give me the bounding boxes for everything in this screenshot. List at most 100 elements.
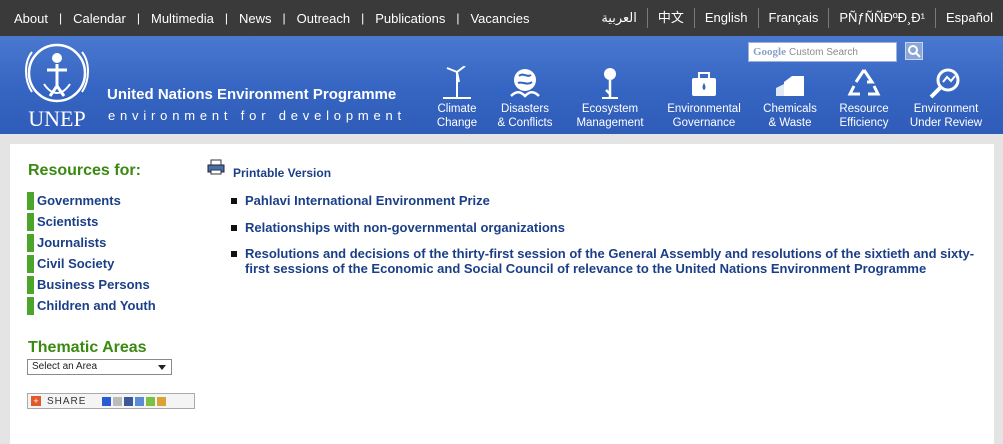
resource-label: Children and Youth [37,298,156,313]
category-chemicals-waste[interactable]: Chemicals & Waste [758,66,822,130]
nav-outreach[interactable]: Outreach [297,11,350,26]
lang-english[interactable]: English [693,8,758,28]
resource-label: Scientists [37,214,99,229]
category-label-line1: Resource [839,103,889,115]
resource-marker [27,233,34,252]
resource-marker [27,296,34,315]
magnifier-icon [929,68,960,99]
thematic-areas-heading: Thematic Areas [28,339,147,356]
printable-version-link[interactable]: Printable Version [233,166,331,180]
search-icon [908,45,921,58]
nav-publications[interactable]: Publications [375,11,445,26]
unep-logo[interactable]: UNEP [18,40,96,130]
share-plus-icon: + [31,396,41,406]
category-label-line1: Environment [913,103,979,115]
myspace-icon [135,396,145,406]
unep-logo-text: UNEP [28,106,85,130]
digg-icon [113,396,123,406]
top-nav-bar: About | Calendar | Multimedia | News | O… [0,0,1003,36]
nav-calendar[interactable]: Calendar [73,11,126,26]
resource-marker [27,212,34,231]
nav-separator: | [282,11,286,25]
link-ngo-relationships[interactable]: Relationships with non-governmental orga… [231,220,981,236]
bookmark-icon [157,396,167,406]
printer-icon[interactable] [207,159,225,175]
nav-about[interactable]: About [14,11,48,26]
delicious-icon [102,396,112,406]
resources-heading: Resources for: [28,162,141,179]
resource-governments[interactable]: Governments [27,190,156,211]
lang-russian[interactable]: PÑƒÑÑÐºÐ¸Ð¹ [828,8,935,28]
link-pahlavi-prize[interactable]: Pahlavi International Environment Prize [231,193,981,209]
thematic-area-select[interactable]: Select an Area [27,359,172,375]
share-widget[interactable]: + SHARE [27,393,195,409]
resource-label: Governments [37,193,121,208]
lang-spanish[interactable]: Español [935,8,1003,28]
primary-nav: About | Calendar | Multimedia | News | O… [14,0,529,36]
search-button[interactable] [905,42,923,60]
resource-label: Business Persons [37,277,150,292]
category-label-line1: Chemicals [763,103,817,115]
category-label-line2: Governance [672,117,736,129]
document-links-list: Pahlavi International Environment Prize … [231,193,981,288]
search-brand: Google [753,46,786,58]
header-banner: UNEP United Nations Environment Programm… [0,36,1003,134]
nav-news[interactable]: News [239,11,272,26]
lang-arabic[interactable]: العربية [591,8,647,28]
category-resource-efficiency[interactable]: Resource Efficiency [834,66,894,130]
category-climate-change[interactable]: Climate Change [433,66,481,130]
nav-separator: | [58,11,63,25]
search-placeholder: Custom Search [789,46,858,58]
share-label: SHARE [47,395,87,407]
link-resolutions-decisions[interactable]: Resolutions and decisions of the thirty-… [231,246,981,276]
language-nav: العربية 中文 English Français PÑƒÑÑÐºÐ¸Ð¹ … [591,0,1003,36]
resource-label: Civil Society [37,256,115,271]
category-label-line2: Change [436,117,478,129]
facebook-icon [124,396,134,406]
resource-children-youth[interactable]: Children and Youth [27,295,156,316]
nav-separator: | [456,11,460,25]
resource-scientists[interactable]: Scientists [27,211,156,232]
resource-marker [27,275,34,294]
category-label-line1: Ecosystem [581,103,639,115]
resource-journalists[interactable]: Journalists [27,232,156,253]
tree-icon [602,68,618,99]
resource-civil-society[interactable]: Civil Society [27,253,156,274]
nav-vacancies[interactable]: Vacancies [470,11,529,26]
category-label-line2: Under Review [909,117,983,129]
category-label-line2: & Conflicts [497,117,553,129]
chevron-down-icon [158,365,166,370]
resource-marker [27,191,34,210]
recycle-icon [847,69,881,96]
category-ecosystem-management[interactable]: Ecosystem Management [571,66,649,130]
wind-turbine-icon [443,66,471,99]
org-tagline: environment for development [108,108,406,123]
stumbleupon-icon [146,396,156,406]
category-label-line1: Environmental [667,103,741,115]
thematic-select-value: Select an Area [32,361,98,372]
org-title[interactable]: United Nations Environment Programme [107,86,396,103]
nav-separator: | [361,11,365,25]
category-label-line1: Climate [437,103,477,115]
lang-chinese[interactable]: 中文 [646,8,694,28]
nav-separator: | [136,11,140,25]
category-label-line2: & Waste [768,117,812,129]
category-label-line2: Efficiency [839,117,889,129]
category-disasters-conflicts[interactable]: Disasters & Conflicts [494,66,556,130]
lang-french[interactable]: Français [757,8,829,28]
content-panel: Resources for: Governments Scientists Jo… [10,144,994,444]
search-input[interactable]: Google Custom Search [748,42,897,62]
briefcase-icon [692,72,716,96]
category-label-line1: Disasters [501,103,549,115]
flask-icon [776,76,804,96]
resource-marker [27,254,34,273]
resource-label: Journalists [37,235,107,250]
category-environmental-governance[interactable]: Environmental Governance [662,66,746,130]
nav-multimedia[interactable]: Multimedia [151,11,214,26]
globe-hands-icon [510,69,540,98]
resource-business-persons[interactable]: Business Persons [27,274,156,295]
resources-list: Governments Scientists Journalists Civil… [27,190,156,316]
category-environment-under-review[interactable]: Environment Under Review [905,66,987,130]
category-label-line2: Management [576,117,644,129]
nav-separator: | [224,11,228,25]
